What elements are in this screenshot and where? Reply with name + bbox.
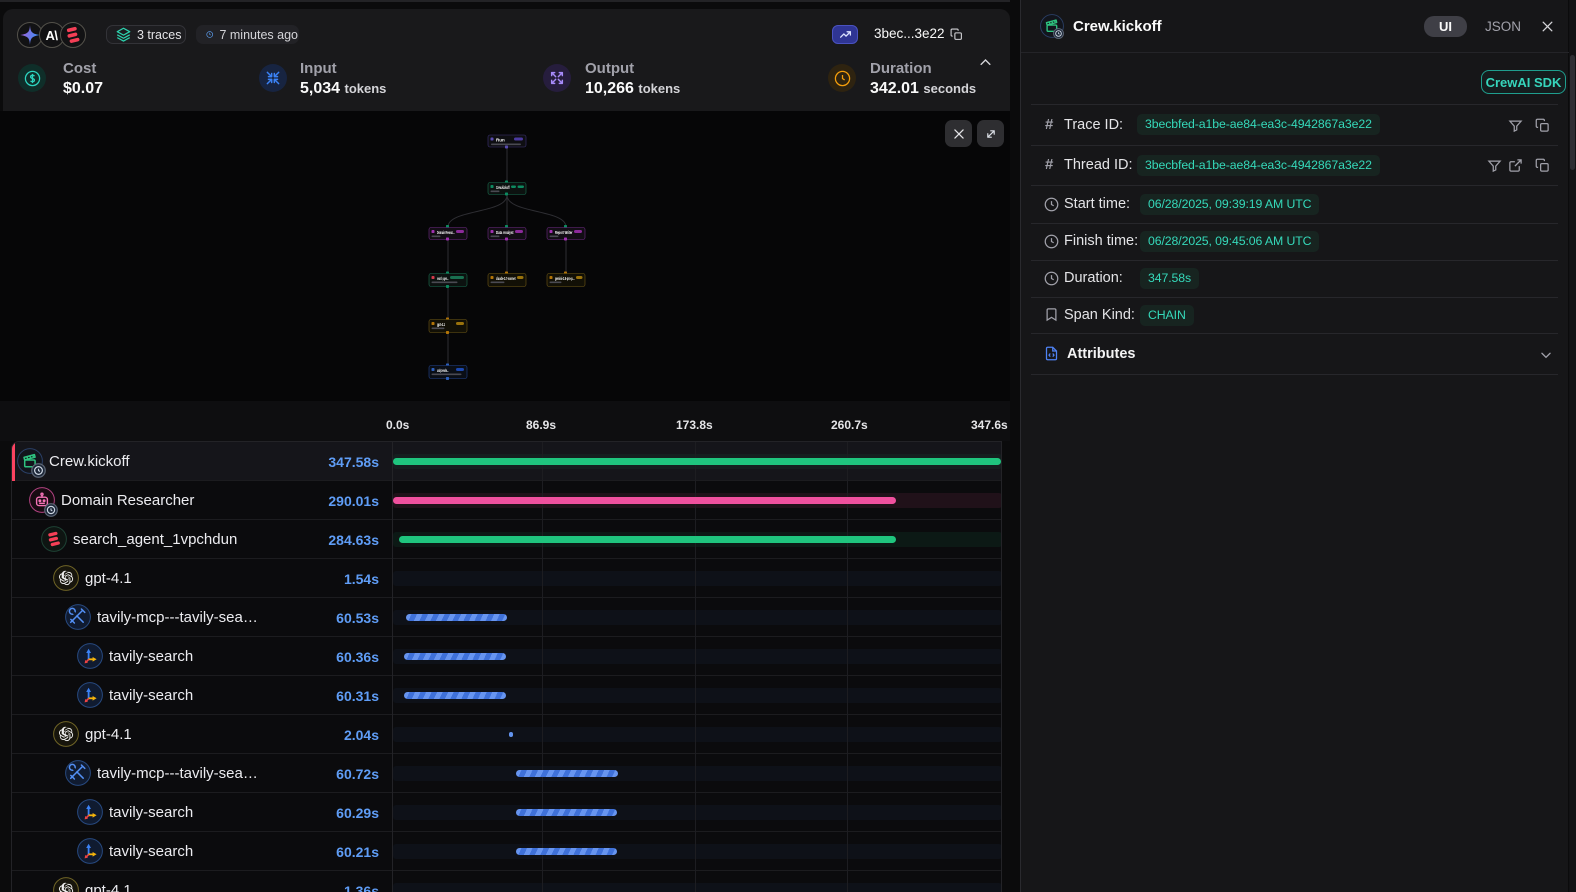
- svg-text:Domain Resear...: Domain Resear...: [437, 230, 455, 235]
- svg-text:Report Writer: Report Writer: [555, 230, 573, 235]
- svg-text:Data Analyst: Data Analyst: [496, 230, 514, 235]
- svg-text:analyze-webs...: analyze-webs...: [437, 368, 449, 373]
- svg-text:Run: Run: [496, 138, 505, 143]
- svg-text:claude-3.7-sonnet: claude-3.7-sonnet: [496, 276, 516, 281]
- svg-text:search_agen...: search_agen...: [437, 276, 449, 281]
- svg-text:gemini-2.5-pro-p...: gemini-2.5-pro-p...: [555, 276, 575, 281]
- svg-text:gpt-4.1: gpt-4.1: [437, 322, 445, 327]
- svg-text:Crew.kickoff: Crew.kickoff: [496, 185, 510, 190]
